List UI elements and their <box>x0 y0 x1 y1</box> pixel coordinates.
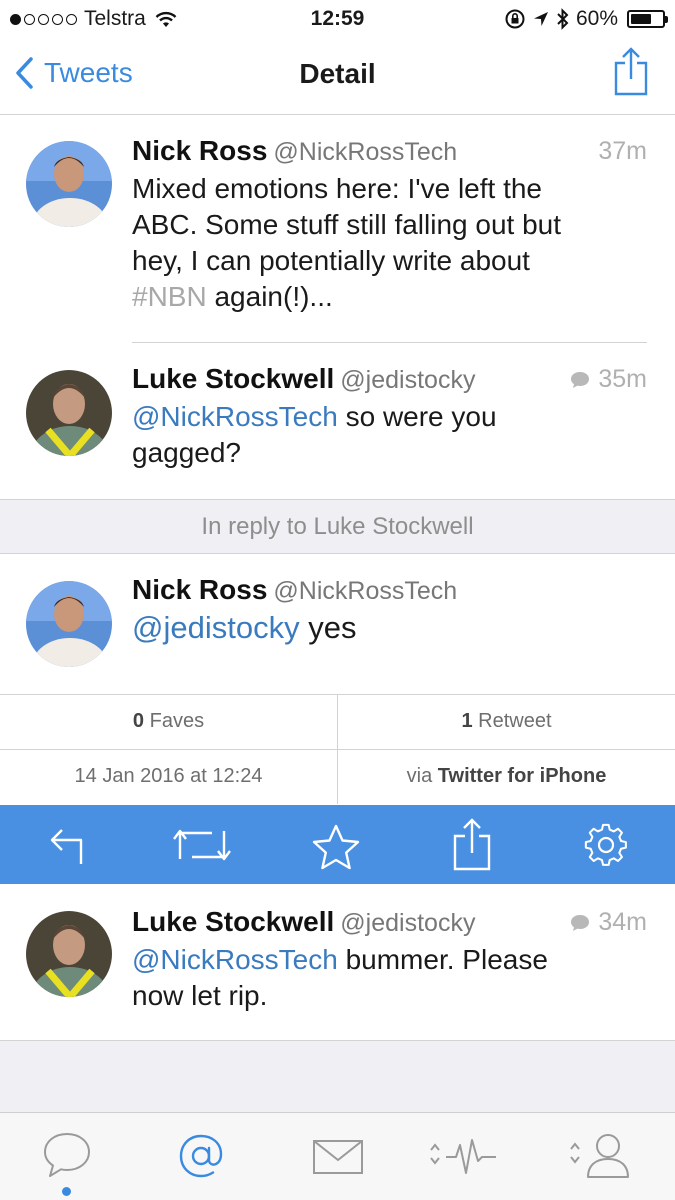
mention-link[interactable]: @NickRossTech <box>132 401 338 432</box>
via-client[interactable]: via Twitter for iPhone <box>338 749 675 804</box>
mention-link[interactable]: @NickRossTech <box>132 944 338 975</box>
retweets-stat[interactable]: 1 Retweet <box>338 694 675 749</box>
location-arrow-icon <box>533 12 548 26</box>
author-handle[interactable]: @jedistocky <box>340 366 475 394</box>
avatar[interactable] <box>26 370 112 456</box>
author-handle[interactable]: @NickRossTech <box>273 138 457 166</box>
author-handle[interactable]: @NickRossTech <box>273 577 457 605</box>
conversation-bubble-icon <box>571 914 590 931</box>
author-name[interactable]: Luke Stockwell <box>132 363 334 394</box>
share-tweet-button[interactable] <box>452 817 492 876</box>
author-name[interactable]: Nick Ross <box>132 135 267 166</box>
author-name[interactable]: Luke Stockwell <box>132 906 334 937</box>
author-name[interactable]: Nick Ross <box>132 574 267 605</box>
tweet-settings-button[interactable] <box>584 823 628 872</box>
tab-messages[interactable] <box>312 1139 364 1180</box>
tweet-header: Luke Stockwell @jedistocky 35m <box>132 363 647 395</box>
messages-envelope-icon <box>313 1140 363 1174</box>
page-title: Detail <box>299 58 376 89</box>
timeline-bubble-icon <box>44 1133 90 1177</box>
avatar[interactable] <box>26 911 112 997</box>
share-icon <box>453 818 491 871</box>
tweet-item[interactable]: Luke Stockwell @jedistocky 35m @NickRossT… <box>0 343 675 499</box>
tab-timeline[interactable] <box>42 1131 92 1184</box>
tweet-time: 37m <box>598 137 647 165</box>
conversation-bubble-icon <box>571 371 590 388</box>
mentions-at-icon <box>179 1134 223 1178</box>
tweet-time: 35m <box>570 365 647 394</box>
tweet-header: Nick Ross @NickRossTech <box>132 574 647 606</box>
tab-bar <box>0 1112 675 1200</box>
share-icon <box>614 47 648 96</box>
tweet-date: 14 Jan 2016 at 12:24 <box>74 765 263 787</box>
tweet-body: @jedistocky yes <box>132 610 357 645</box>
activity-icon <box>430 1139 496 1174</box>
tweet-action-bar <box>0 805 675 884</box>
share-button[interactable] <box>613 46 649 101</box>
tweet-item[interactable]: Nick Ross @NickRossTech 37m Mixed emotion… <box>0 115 675 343</box>
battery-icon <box>627 10 668 28</box>
reply-button[interactable] <box>48 822 88 871</box>
hashtag-link[interactable]: #NBN <box>132 281 207 312</box>
star-icon <box>312 824 360 870</box>
author-handle[interactable]: @jedistocky <box>340 909 475 937</box>
tab-activity[interactable] <box>428 1135 498 1184</box>
avatar[interactable] <box>26 141 112 227</box>
status-right: 60% <box>504 7 668 31</box>
bluetooth-icon <box>557 8 569 30</box>
status-bar: Telstra 12:59 60% <box>0 0 675 38</box>
avatar[interactable] <box>26 581 112 667</box>
in-reply-to-label: In reply to Luke Stockwell <box>201 513 474 540</box>
nav-bar: Tweets Detail <box>0 38 675 115</box>
mention-link[interactable]: @jedistocky <box>132 610 300 645</box>
tweet-header: Luke Stockwell @jedistocky 34m <box>132 906 647 938</box>
rotation-lock-icon <box>505 9 525 29</box>
profile-icon <box>570 1134 629 1178</box>
retweet-icon <box>173 829 231 861</box>
tab-profile[interactable] <box>568 1131 632 1184</box>
tweet-header: Nick Ross @NickRossTech 37m <box>132 135 647 167</box>
empty-area <box>0 1040 675 1112</box>
settings-gear-icon <box>584 823 627 866</box>
battery-percent: 60% <box>575 7 618 30</box>
in-reply-to-bar[interactable]: In reply to Luke Stockwell <box>0 499 675 554</box>
tweet-item[interactable]: Luke Stockwell @jedistocky 34m @NickRossT… <box>0 884 675 1040</box>
favorite-button[interactable] <box>310 823 362 876</box>
tweet-body: @NickRossTech so were you gagged? <box>132 401 497 468</box>
tweet-time: 34m <box>570 908 647 937</box>
faves-stat[interactable]: 0 Faves <box>0 694 337 749</box>
retweet-button[interactable] <box>172 825 232 870</box>
tab-mentions[interactable] <box>178 1133 224 1184</box>
tweet-body: Mixed emotions here: I've left the ABC. … <box>132 173 562 312</box>
reply-icon <box>50 829 83 864</box>
tweet-body: @NickRossTech bummer. Please now let rip… <box>132 944 548 1011</box>
focused-tweet: Nick Ross @NickRossTech @jedistocky yes <box>0 554 675 694</box>
active-tab-indicator <box>62 1187 71 1196</box>
